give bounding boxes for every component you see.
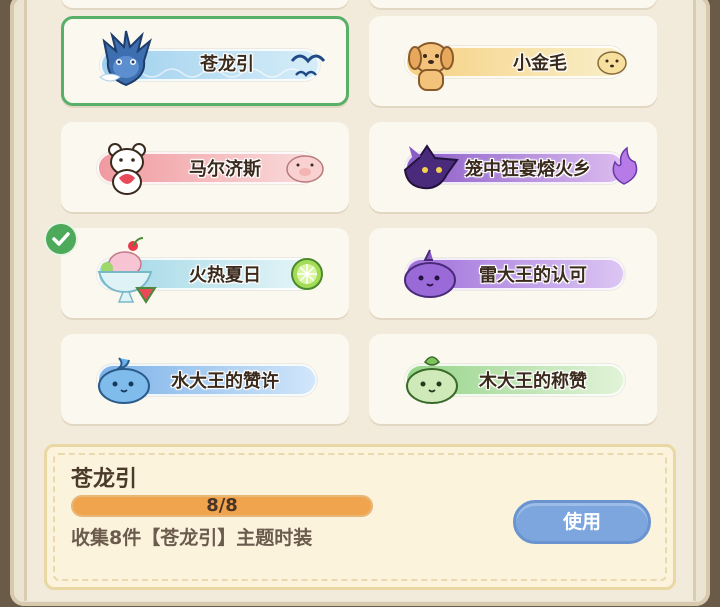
wood-slime-icon (406, 356, 458, 404)
purple-dragon-icon (403, 144, 459, 190)
collection-card-canglong[interactable]: 苍龙引 (61, 16, 349, 106)
collection-name: 火热夏日 (189, 265, 261, 286)
lime-slice-icon (291, 258, 323, 290)
collection-detail-panel: 苍龙引 8/8 收集8件【苍龙引】主题时装 使用 (44, 444, 676, 590)
collection-card-maerjisi[interactable]: 马尔济斯 (61, 122, 349, 212)
puppy-face-icon (597, 51, 627, 75)
collection-card-leidawang[interactable]: 雷大王的认可 (369, 228, 657, 318)
collection-card-longzhong[interactable]: 笼中狂宴熔火乡 (369, 122, 657, 212)
collection-card-shuidawang[interactable]: 水大王的赞许 (61, 334, 349, 424)
blue-dragon-icon (99, 30, 152, 87)
collection-name: 苍龙引 (200, 54, 254, 75)
water-slime-icon (98, 357, 150, 404)
collection-name: 木大王的称赞 (479, 371, 587, 392)
collection-name: 雷大王的认可 (479, 265, 587, 286)
collection-card-huorexiari[interactable]: 火热夏日 (61, 228, 349, 318)
collection-name: 笼中狂宴熔火乡 (465, 159, 591, 180)
thunder-slime-icon (404, 249, 456, 298)
progress-text: 8/8 (206, 495, 238, 516)
collection-progress-bar: 8/8 (71, 495, 373, 517)
completed-check-icon (46, 224, 76, 254)
collection-card-xiaojinmao[interactable]: 小金毛 (369, 16, 657, 106)
use-button[interactable]: 使用 (513, 500, 651, 544)
collection-card-partial[interactable] (61, 0, 349, 8)
piglet-icon (286, 155, 324, 183)
white-bear-icon (108, 143, 146, 195)
detail-title: 苍龙引 (71, 467, 138, 492)
collection-name: 小金毛 (513, 53, 567, 74)
seagull-icon (290, 54, 326, 77)
collection-card-mudawang[interactable]: 木大王的称赞 (369, 334, 657, 424)
golden-puppy-icon (408, 42, 454, 91)
collection-name: 水大王的赞许 (171, 371, 279, 392)
ice-dessert-icon (97, 237, 157, 304)
detail-description: 收集8件【苍龙引】主题时装 (71, 527, 313, 549)
collection-name: 马尔济斯 (189, 159, 261, 180)
collection-card-partial[interactable] (369, 0, 657, 8)
purple-flame-icon (612, 146, 638, 185)
